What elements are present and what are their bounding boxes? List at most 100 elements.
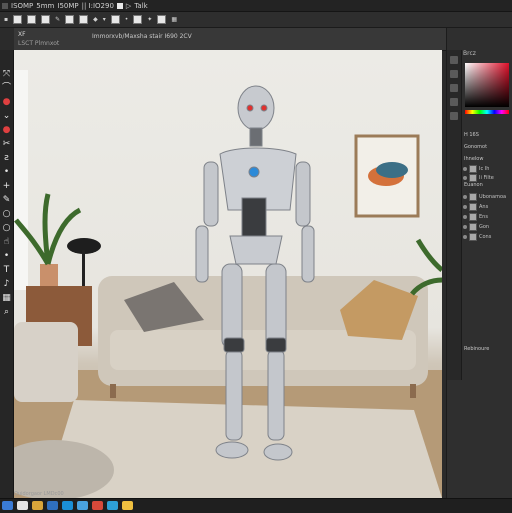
panel-icon[interactable] (450, 56, 458, 64)
color-picker-field[interactable] (465, 63, 509, 107)
menu-item[interactable]: 5mm (36, 2, 54, 10)
move-icon[interactable]: ⤧ (2, 68, 12, 80)
dot-icon[interactable]: • (2, 250, 12, 262)
app-icon[interactable] (122, 501, 133, 510)
pencil-icon[interactable]: ✎ (55, 16, 60, 23)
zoom-icon[interactable]: ⌕ (2, 306, 12, 318)
browser-icon[interactable] (62, 501, 73, 510)
note-icon[interactable]: ♪ (2, 278, 12, 290)
option-swatch[interactable] (65, 15, 75, 24)
panel-label: Gonomot (464, 144, 488, 150)
ellipse-icon[interactable]: ○ (2, 222, 12, 234)
panel-label: H 16S (464, 132, 479, 138)
eye-icon[interactable] (463, 204, 467, 209)
layer-row[interactable]: Cons (463, 232, 511, 241)
option-swatch[interactable] (41, 15, 51, 24)
ellipse-icon[interactable]: ○ (2, 208, 12, 220)
layer-row[interactable]: Ens (463, 212, 511, 221)
armchair (14, 322, 78, 402)
sofa-leg (410, 384, 416, 398)
option-swatch[interactable] (110, 15, 120, 24)
app-icon[interactable] (47, 501, 58, 510)
play-icon[interactable]: ▷ (126, 2, 131, 10)
tab-filename: Immorxvb/Maxsha stair I690 2CV (92, 33, 192, 40)
panel-icon-strip (447, 50, 462, 380)
eye-icon[interactable] (463, 234, 467, 239)
chevron-down-icon[interactable]: ⌄ (2, 110, 12, 122)
menu-item[interactable]: || I:IO290 (82, 2, 114, 10)
canvas[interactable] (14, 50, 442, 498)
layer-thumbnail (469, 164, 477, 173)
foreground-swatch[interactable] (13, 15, 23, 24)
panel-icon[interactable] (450, 84, 458, 92)
option-swatch[interactable] (133, 15, 143, 24)
panel-header: Brcz (463, 50, 476, 57)
right-panel: Brcz H 16S Gonomot Ihnelow Euanon Rebino… (446, 28, 512, 498)
plant-pot (40, 264, 58, 286)
app-icon[interactable] (77, 501, 88, 510)
app-icon[interactable] (107, 501, 118, 510)
layer-row[interactable]: Ii Filte (463, 173, 511, 182)
layer-thumbnail (469, 232, 477, 241)
marker-icon[interactable]: ● (2, 96, 12, 108)
taskbar (2, 501, 133, 510)
eye-icon[interactable] (463, 194, 467, 199)
layer-name: Cons (479, 233, 492, 240)
scissors-icon[interactable]: ✂ (2, 138, 12, 150)
option-swatch[interactable] (157, 15, 167, 24)
brush-icon[interactable]: ƨ (2, 152, 12, 164)
file-icon[interactable] (17, 501, 28, 510)
grid-icon[interactable]: ▦ (2, 292, 12, 304)
menu-item[interactable]: Talk (134, 2, 147, 10)
layer-thumbnail (469, 192, 477, 201)
app-icon[interactable] (2, 2, 8, 9)
eye-icon[interactable] (463, 175, 467, 180)
start-icon[interactable] (2, 501, 13, 510)
layer-name: Ubonamoa (479, 193, 507, 200)
layer-name: Ans (479, 203, 489, 210)
folder-icon[interactable] (32, 501, 43, 510)
background-swatch[interactable] (27, 15, 37, 24)
robot-leg-upper (265, 263, 287, 349)
tab-subtitle: LSCT Plmnxot (18, 40, 60, 47)
swatch-icon[interactable] (116, 2, 123, 9)
plus-icon[interactable]: + (2, 180, 12, 192)
robot-leg-lower (225, 349, 243, 441)
app-icon[interactable] (92, 501, 103, 510)
layer-row[interactable]: Ic Ih (463, 164, 511, 173)
dot-icon[interactable]: • (125, 16, 129, 23)
status-text: Quidorgaor LMDc00 (14, 491, 64, 497)
document-tab[interactable]: XF LSCT Plmnxot Immorxvb/Maxsha stair I6… (14, 28, 446, 51)
panel-icon[interactable] (450, 98, 458, 106)
panel-icon[interactable] (450, 70, 458, 78)
robot-pelvis (229, 235, 283, 265)
option-swatch[interactable] (79, 15, 89, 24)
robot-spine (241, 197, 267, 243)
hue-slider[interactable] (465, 110, 509, 114)
layer-name: Ens (479, 213, 488, 220)
menu-item[interactable]: I50MP (57, 2, 78, 10)
text-icon[interactable]: T (2, 264, 12, 276)
menu-item[interactable]: ISOMP (11, 2, 33, 10)
layer-row[interactable]: Gon (463, 222, 511, 231)
marker-icon[interactable]: ● (2, 124, 12, 136)
layer-row[interactable]: Ubonamoa (463, 192, 511, 201)
eye-icon[interactable] (463, 166, 467, 171)
robot-knee (223, 337, 245, 353)
chevron-down-icon[interactable]: ▾ (103, 16, 106, 23)
eye-icon[interactable] (463, 224, 467, 229)
star-icon[interactable]: ✦ (147, 16, 152, 23)
square-icon[interactable]: ▪ (4, 16, 8, 23)
grid-icon[interactable]: ▦ (171, 16, 177, 23)
panel-icon[interactable] (450, 112, 458, 120)
layer-row[interactable]: Ans (463, 202, 511, 211)
panel-label: Ihnelow (464, 156, 484, 162)
robot-arm-lower (195, 225, 209, 283)
circle-icon[interactable]: ◆ (93, 16, 98, 23)
dot-icon[interactable]: • (2, 166, 12, 178)
hand-icon[interactable]: ☝ (2, 236, 12, 248)
status-bar: Quidorgaor LMDc00 (0, 491, 512, 513)
eye-icon[interactable] (463, 214, 467, 219)
lasso-icon[interactable]: ⌒ (2, 82, 12, 94)
pen-icon[interactable]: ✎ (2, 194, 12, 206)
